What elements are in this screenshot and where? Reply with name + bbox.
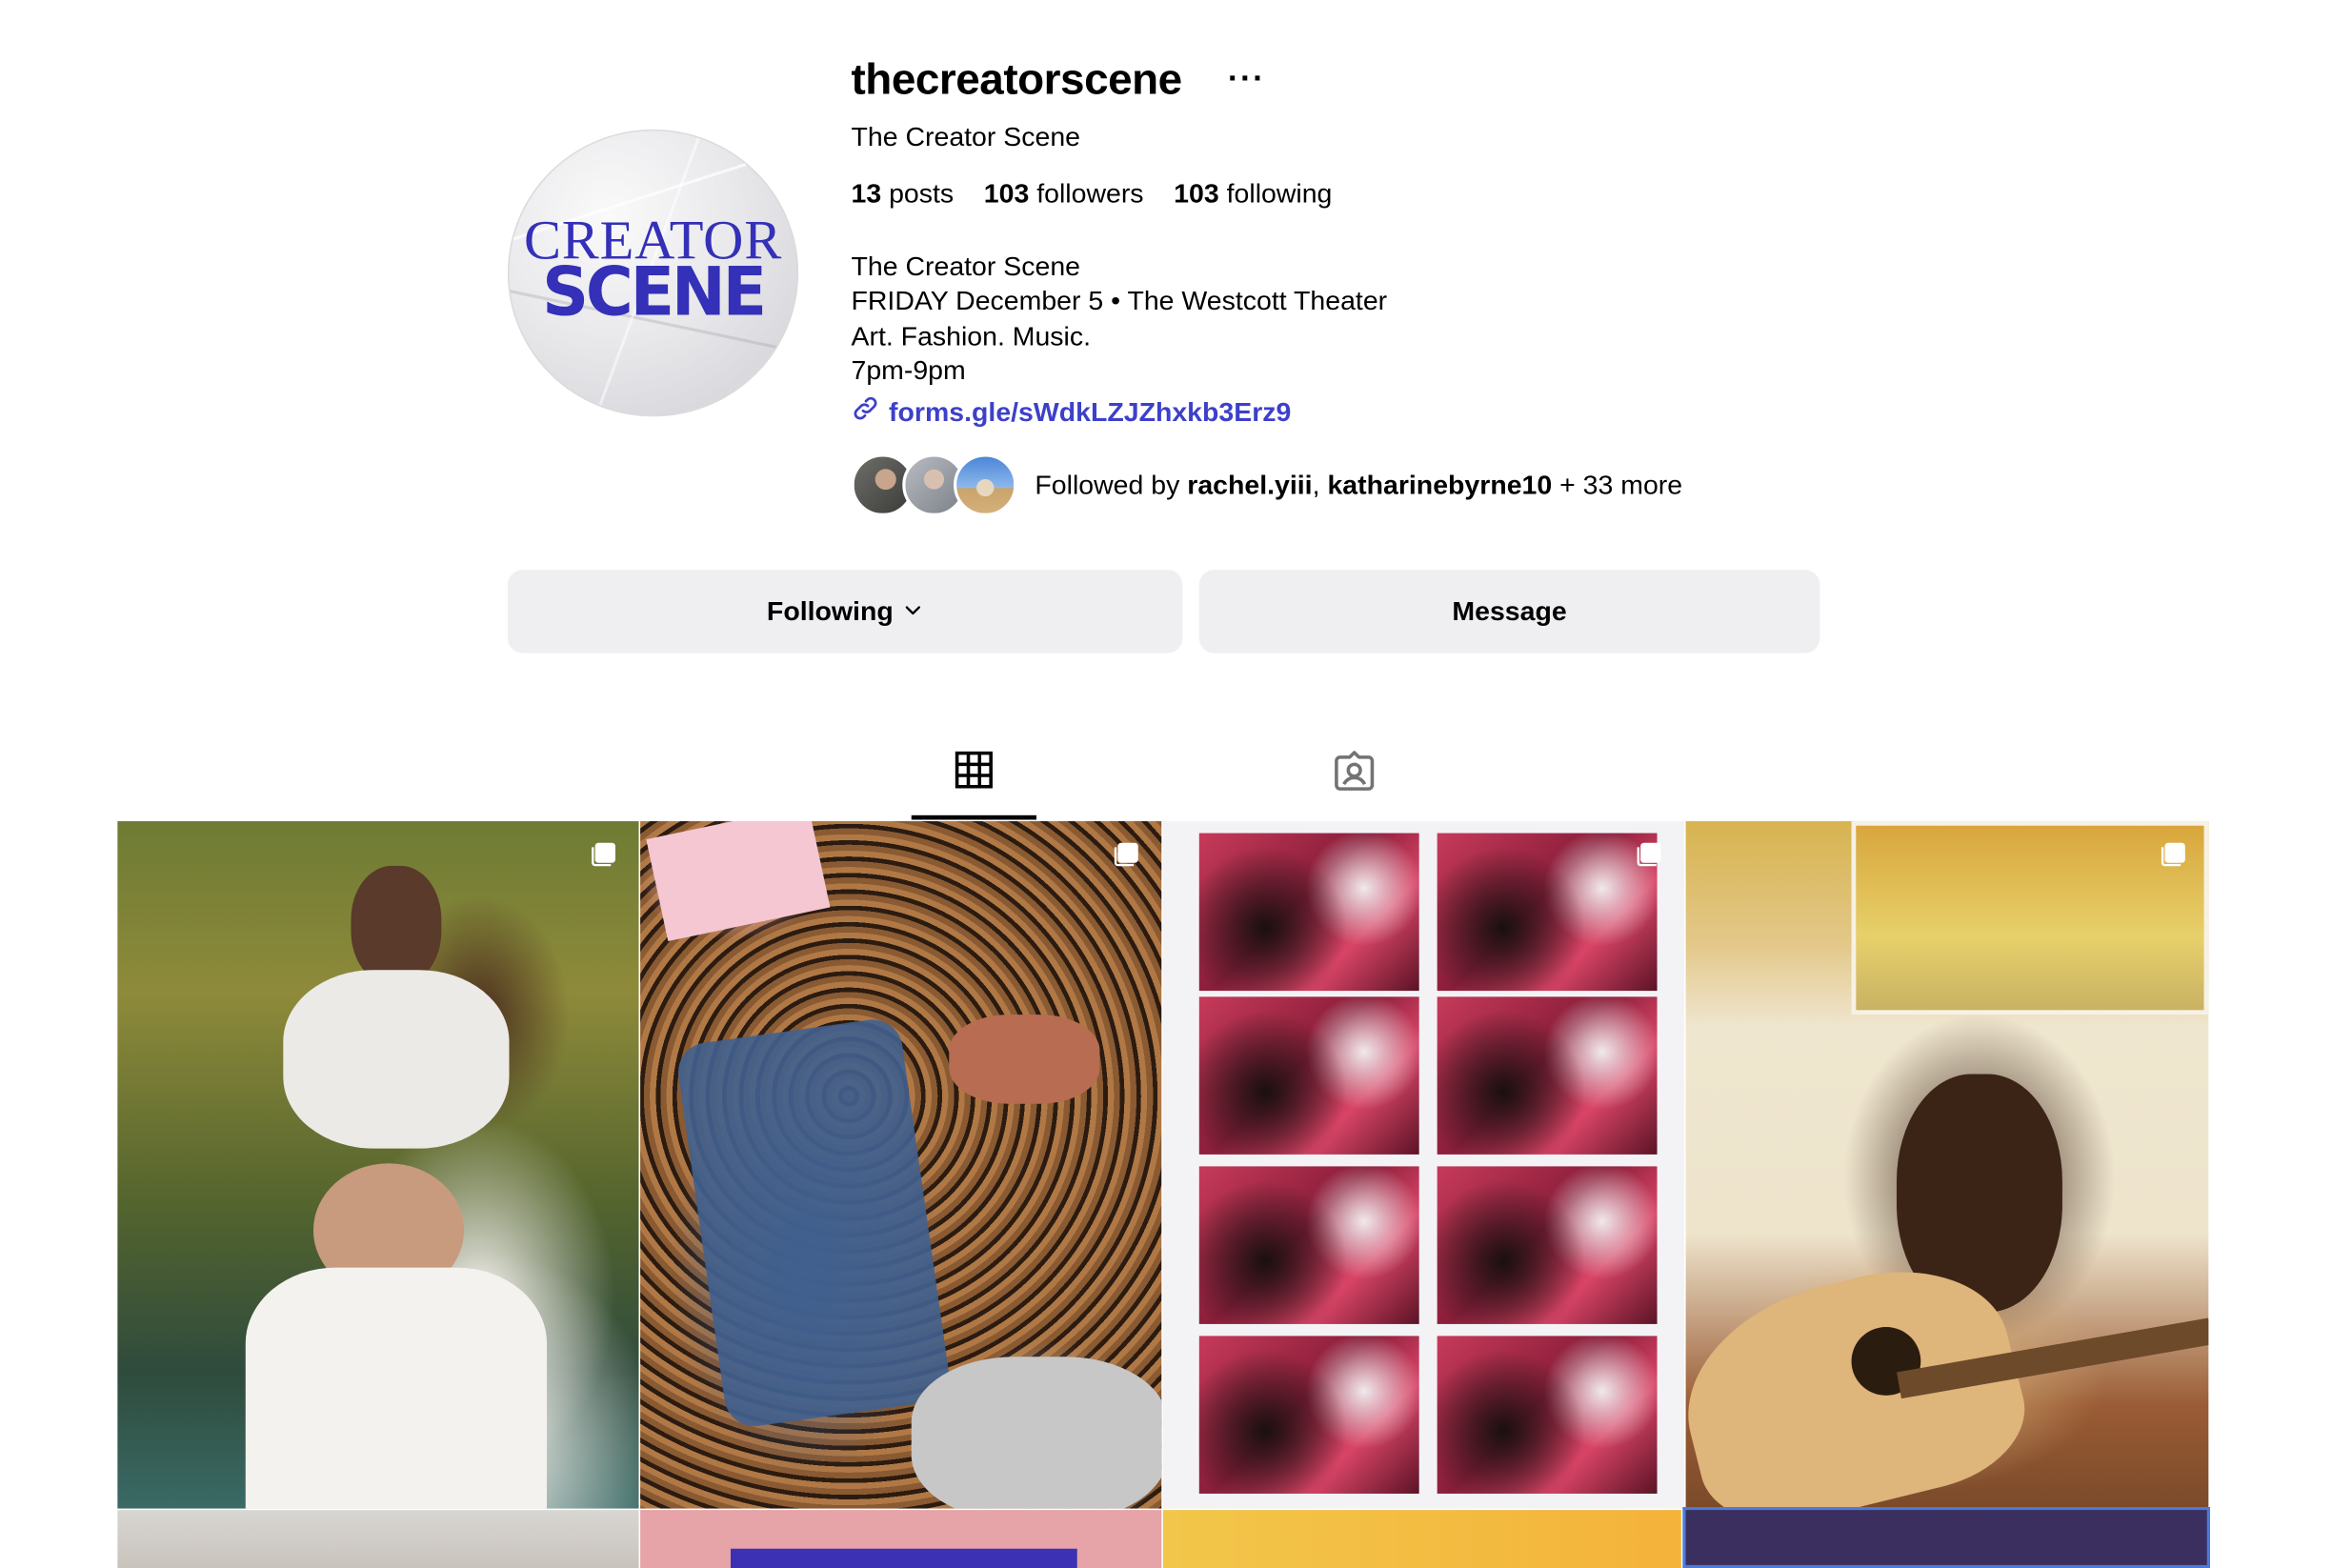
tab-posts-grid[interactable]	[912, 750, 1036, 818]
followers-count-label: followers	[1036, 178, 1144, 209]
print-panel	[1437, 996, 1658, 1155]
follower-name[interactable]: katharinebyrne10	[1327, 470, 1552, 499]
profile-stats: 13 posts 103 followers 103 following	[851, 178, 1332, 210]
print-panel	[1198, 1166, 1419, 1324]
bio-line: FRIDAY December 5 • The Westcott Theater	[851, 286, 1388, 316]
followed-by-more: + 33 more	[1559, 469, 1683, 499]
link-icon	[851, 394, 879, 430]
posts-count-value: 13	[851, 178, 882, 209]
post-thumbnail[interactable]	[1162, 821, 1685, 1509]
post-thumbnail[interactable]	[117, 821, 639, 1509]
posts-count: 13 posts	[851, 178, 954, 210]
avatar-logo-line2: SCENE	[542, 253, 767, 332]
message-button-label: Message	[1452, 595, 1567, 626]
message-button[interactable]: Message	[1198, 570, 1820, 653]
print-panel	[1437, 1336, 1658, 1494]
tagged-person-icon	[1331, 750, 1376, 802]
multi-post-icon	[592, 842, 616, 867]
active-tab-indicator	[911, 814, 1037, 820]
print-panel	[1198, 996, 1419, 1155]
print-panel	[1437, 1166, 1658, 1324]
bio-link-text[interactable]: forms.gle/sWdkLZJZhxkb3Erz9	[889, 396, 1291, 428]
post-thumbnail[interactable]	[640, 821, 1162, 1509]
print-panel	[1198, 1336, 1419, 1494]
chevron-down-icon	[902, 595, 923, 627]
print-panel	[1198, 833, 1419, 992]
following-count-label: following	[1226, 178, 1333, 209]
followed-by-prefix: Followed by	[1035, 469, 1180, 499]
profile-avatar[interactable]: CREATOR SCENE	[507, 129, 799, 417]
profile-full-name: The Creator Scene	[851, 122, 1080, 152]
profile-bio: The Creator Scene FRIDAY December 5 • Th…	[851, 250, 1387, 389]
followed-by[interactable]: Followed by rachel.yiii, katharinebyrne1…	[851, 453, 1682, 516]
print-panel	[1437, 833, 1658, 992]
follower-name[interactable]: rachel.yiii	[1187, 470, 1312, 499]
multi-post-icon	[1637, 842, 1661, 867]
post-thumbnail[interactable]	[640, 1510, 1162, 1568]
following-button[interactable]: Following	[507, 570, 1183, 653]
post-thumbnail[interactable]	[117, 1510, 639, 1568]
post-thumbnail[interactable]	[1682, 1507, 2210, 1568]
grid-icon	[954, 750, 995, 797]
posts-count-label: posts	[889, 178, 955, 209]
more-options-button[interactable]: ···	[1228, 59, 1266, 98]
followers-count[interactable]: 103 followers	[984, 178, 1144, 210]
follower-avatar	[954, 453, 1017, 516]
profile-username: thecreatorscene	[851, 56, 1182, 105]
post-thumbnail[interactable]	[1685, 821, 2209, 1509]
follower-separator: ,	[1312, 469, 1320, 499]
following-count[interactable]: 103 following	[1174, 178, 1332, 210]
following-button-label: Following	[766, 595, 894, 626]
multi-post-icon	[2161, 842, 2185, 867]
followers-count-value: 103	[983, 178, 1030, 209]
bio-line: Art. Fashion. Music.	[851, 320, 1092, 351]
tab-tagged[interactable]	[1291, 750, 1416, 818]
bio-link[interactable]: forms.gle/sWdkLZJZhxkb3Erz9	[851, 394, 1291, 430]
multi-post-icon	[1114, 842, 1138, 867]
bio-line: 7pm-9pm	[851, 355, 966, 386]
following-count-value: 103	[1174, 178, 1219, 209]
followed-by-text: Followed by rachel.yiii, katharinebyrne1…	[1035, 470, 1682, 501]
bio-line: The Creator Scene	[851, 251, 1080, 282]
post-thumbnail[interactable]	[1162, 1510, 1681, 1568]
